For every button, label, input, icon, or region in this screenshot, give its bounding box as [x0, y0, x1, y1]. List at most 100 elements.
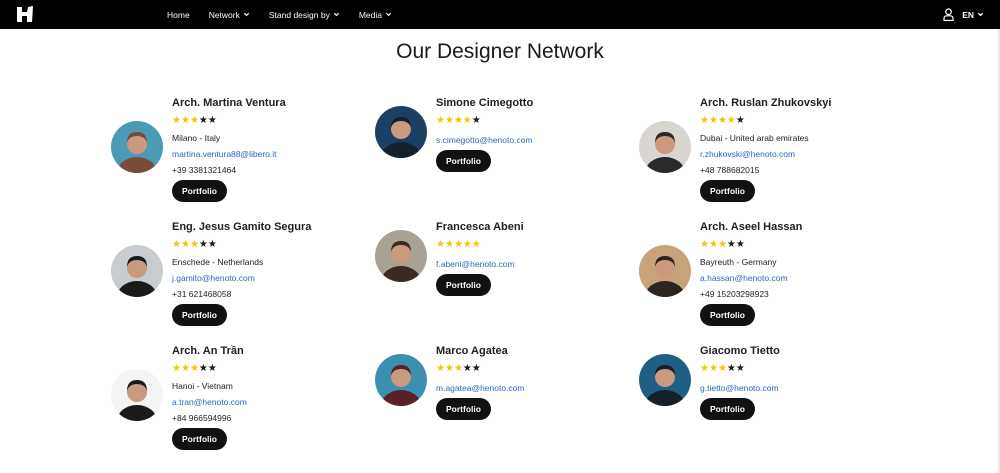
star-icon: ★ [189, 115, 199, 126]
star-icon: ★ [436, 239, 445, 250]
star-icon: ★ [453, 239, 463, 250]
star-icon: ★ [700, 115, 709, 126]
designer-location: Dubai - United arab emirates [700, 133, 809, 143]
designer-email-link[interactable]: martina.ventura88@libero.it [172, 149, 372, 160]
designer-info: Arch. An Trần ★★★★★ Hanoi - Vietnam a.tran@… [172, 344, 372, 450]
star-icon: ★ [471, 363, 481, 374]
star-icon: ★ [726, 115, 736, 126]
star-rating: ★★★★★ [700, 240, 900, 250]
portfolio-button-wrap: Portfolio [700, 300, 900, 326]
designer-avatar[interactable] [375, 230, 427, 282]
portfolio-button[interactable]: Portfolio [172, 304, 227, 326]
star-icon: ★ [207, 115, 217, 126]
designer-name: Francesca Abeni [436, 221, 524, 233]
designer-info: Giacomo Tietto ★★★★★ g.tietto@henoto.com Po… [700, 344, 900, 420]
designer-avatar[interactable] [639, 354, 691, 406]
portfolio-button-wrap: Portfolio [436, 394, 636, 420]
portfolio-button[interactable]: Portfolio [172, 428, 227, 450]
star-icon: ★ [198, 363, 208, 374]
designer-info: Arch. Martina Ventura ★★★★★ Milano - Italy… [172, 96, 372, 202]
star-icon: ★ [726, 239, 736, 250]
designer-name: Arch. Martina Ventura [172, 97, 286, 109]
star-icon: ★ [462, 239, 472, 250]
designer-info: Eng. Jesus Gamito Segura ★★★★★ Enschede - … [172, 220, 372, 326]
star-icon: ★ [471, 115, 481, 126]
star-rating: ★★★★★ [700, 364, 900, 374]
designer-email-link[interactable]: m.agatea@henoto.com [436, 383, 636, 394]
designer-name: Arch. Ruslan Zhukovskyi [700, 97, 832, 109]
star-icon: ★ [462, 363, 472, 374]
designer-location: Milano - Italy [172, 133, 221, 143]
designer-email-link[interactable]: j.gamito@henoto.com [172, 273, 372, 284]
portfolio-button[interactable]: Portfolio [700, 180, 755, 202]
star-icon: ★ [198, 239, 208, 250]
designer-info: Simone Cimegotto ★★★★★ s.cimegotto@henoto.… [436, 96, 636, 172]
designer-phone: +48 788682015 [700, 165, 760, 175]
star-rating: ★★★★★ [436, 240, 636, 250]
designer-email-link[interactable]: s.cimegotto@henoto.com [436, 135, 636, 146]
designer-location: Enschede - Netherlands [172, 257, 264, 267]
designer-grid: Arch. Martina Ventura ★★★★★ Milano - Italy… [0, 0, 1000, 473]
star-icon: ★ [700, 363, 709, 374]
star-icon: ★ [436, 363, 445, 374]
designer-info: Arch. Ruslan Zhukovskyi ★★★★★ Dubai - Unit… [700, 96, 900, 202]
designer-name: Arch. Aseel Hassan [700, 221, 803, 233]
designer-name: Eng. Jesus Gamito Segura [172, 221, 312, 233]
designer-avatar[interactable] [375, 106, 427, 158]
star-icon: ★ [735, 239, 745, 250]
portfolio-button[interactable]: Portfolio [700, 398, 755, 420]
star-icon: ★ [717, 363, 727, 374]
designer-info: Francesca Abeni ★★★★★ f.abeni@henoto.com Po… [436, 220, 636, 296]
star-icon: ★ [444, 363, 454, 374]
designer-phone: +31 621468058 [172, 289, 232, 299]
designer-avatar[interactable] [375, 354, 427, 406]
star-icon: ★ [180, 239, 190, 250]
star-rating: ★★★★★ [436, 116, 636, 126]
star-icon: ★ [717, 115, 727, 126]
designer-email-link[interactable]: f.abeni@henoto.com [436, 259, 636, 270]
portfolio-button[interactable]: Portfolio [436, 398, 491, 420]
designer-email-link[interactable]: a.tran@henoto.com [172, 397, 372, 408]
star-rating: ★★★★★ [700, 116, 900, 126]
portfolio-button-wrap: Portfolio [700, 394, 900, 420]
portfolio-button-wrap: Portfolio [172, 424, 372, 450]
star-icon: ★ [444, 239, 454, 250]
portfolio-button[interactable]: Portfolio [436, 274, 491, 296]
star-icon: ★ [444, 115, 454, 126]
designer-avatar[interactable] [639, 121, 691, 173]
portfolio-button[interactable]: Portfolio [700, 304, 755, 326]
designer-info: Arch. Aseel Hassan ★★★★★ Bayreuth - German… [700, 220, 900, 326]
star-icon: ★ [172, 115, 181, 126]
designer-avatar[interactable] [639, 245, 691, 297]
designer-name: Giacomo Tietto [700, 345, 780, 357]
portfolio-button-wrap: Portfolio [436, 270, 636, 296]
designer-phone: +39 3381321464 [172, 165, 237, 175]
star-rating: ★★★★★ [172, 240, 372, 250]
star-rating: ★★★★★ [172, 116, 372, 126]
star-icon: ★ [471, 239, 481, 250]
designer-email-link[interactable]: a.hassan@henoto.com [700, 273, 900, 284]
star-icon: ★ [172, 363, 181, 374]
designer-name: Simone Cimegotto [436, 97, 534, 109]
designer-avatar[interactable] [111, 369, 163, 421]
designer-name: Arch. An Trần [172, 345, 244, 357]
star-icon: ★ [735, 363, 745, 374]
star-icon: ★ [189, 363, 199, 374]
star-icon: ★ [189, 239, 199, 250]
designer-avatar[interactable] [111, 245, 163, 297]
portfolio-button[interactable]: Portfolio [436, 150, 491, 172]
star-icon: ★ [708, 363, 718, 374]
designer-avatar[interactable] [111, 121, 163, 173]
portfolio-button-wrap: Portfolio [172, 300, 372, 326]
star-icon: ★ [453, 363, 463, 374]
star-icon: ★ [180, 115, 190, 126]
designer-name: Marco Agatea [436, 345, 508, 357]
designer-email-link[interactable]: r.zhukovski@henoto.com [700, 149, 900, 160]
portfolio-button-wrap: Portfolio [700, 176, 900, 202]
designer-email-link[interactable]: g.tietto@henoto.com [700, 383, 900, 394]
designer-info: Marco Agatea ★★★★★ m.agatea@henoto.com Port… [436, 344, 636, 420]
star-icon: ★ [735, 115, 745, 126]
portfolio-button[interactable]: Portfolio [172, 180, 227, 202]
designer-location: Hanoi - Vietnam [172, 381, 233, 391]
designer-location: Bayreuth - Germany [700, 257, 777, 267]
